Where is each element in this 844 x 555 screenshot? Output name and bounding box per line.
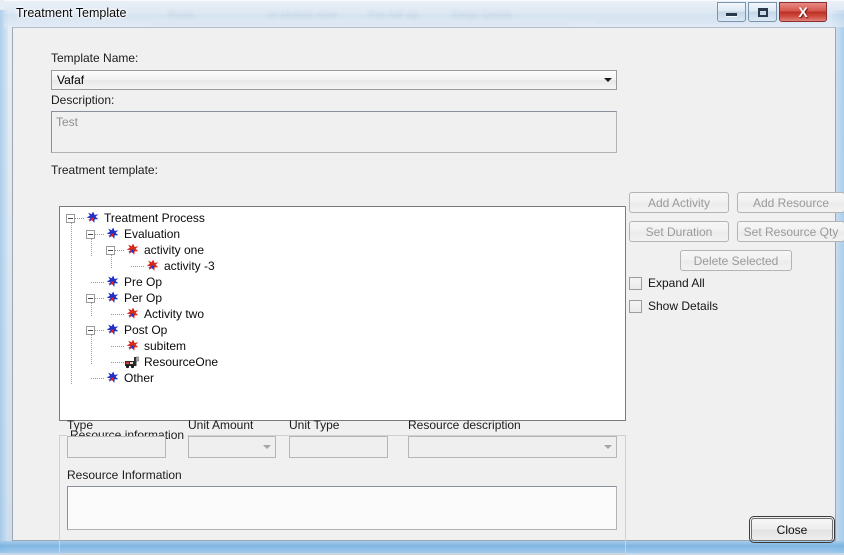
tree-expander-minus-icon[interactable] bbox=[106, 246, 115, 255]
activity-icon bbox=[124, 306, 140, 322]
tree-connector bbox=[91, 237, 92, 257]
template-name-combobox[interactable]: Vafaf bbox=[51, 70, 617, 90]
activity-icon bbox=[104, 274, 120, 290]
treatment-template-tree[interactable]: Treatment Process Evaluation activity one a… bbox=[59, 206, 626, 421]
tree-node-label: Other bbox=[124, 371, 155, 385]
chevron-down-icon[interactable] bbox=[599, 437, 616, 457]
expand-all-checkbox[interactable] bbox=[629, 276, 642, 290]
tree-connector bbox=[111, 346, 124, 347]
tree-node[interactable]: Evaluation bbox=[104, 226, 180, 242]
type-input[interactable] bbox=[67, 436, 166, 458]
activity-icon bbox=[144, 258, 160, 274]
template-name-value: Vafaf bbox=[57, 73, 85, 87]
tree-node-label: Treatment Process bbox=[104, 211, 205, 225]
activity-icon bbox=[104, 322, 120, 338]
minimize-icon bbox=[726, 13, 737, 16]
set-resource-qty-button[interactable]: Set Resource Qty bbox=[737, 221, 844, 242]
tree-connector bbox=[111, 253, 112, 269]
show-details-checkbox-row[interactable]: Show Details bbox=[629, 299, 718, 313]
tree-expander-minus-icon[interactable] bbox=[66, 214, 75, 223]
type-label: Type bbox=[67, 418, 94, 432]
tree-node-label: activity -3 bbox=[164, 259, 215, 273]
chevron-down-icon[interactable] bbox=[599, 71, 616, 89]
tree-node[interactable]: Per Op bbox=[104, 290, 162, 306]
tree-node-label: activity one bbox=[144, 243, 205, 257]
tree-node[interactable]: Post Op bbox=[104, 322, 167, 338]
tree-connector bbox=[71, 221, 72, 385]
add-resource-button[interactable]: Add Resource bbox=[737, 192, 844, 213]
tree-node[interactable]: Pre Op bbox=[104, 274, 162, 290]
resource-information-textbox[interactable] bbox=[67, 486, 617, 530]
expand-all-checkbox-row[interactable]: Expand All bbox=[629, 276, 705, 290]
unit-amount-combobox[interactable] bbox=[188, 436, 276, 458]
unit-type-input[interactable] bbox=[289, 436, 388, 458]
tree-connector bbox=[131, 266, 144, 267]
tree-connector bbox=[111, 362, 124, 363]
chevron-down-icon[interactable] bbox=[258, 437, 275, 457]
minimize-button[interactable] bbox=[717, 2, 746, 22]
set-duration-button[interactable]: Set Duration bbox=[629, 221, 729, 242]
resource-icon bbox=[124, 354, 140, 370]
treatment-template-label: Treatment template: bbox=[51, 163, 158, 177]
show-details-label: Show Details bbox=[648, 299, 719, 313]
tree-node[interactable]: activity -3 bbox=[144, 258, 215, 274]
add-activity-button[interactable]: Add Activity bbox=[629, 192, 729, 213]
resource-information-label: Resource Information bbox=[67, 468, 182, 482]
close-button[interactable]: Close bbox=[749, 516, 835, 543]
tree-node[interactable]: Treatment Process bbox=[84, 210, 205, 226]
tree-expander-minus-icon[interactable] bbox=[86, 230, 95, 239]
treatment-template-window: Treatment Template X Template Name: Vafa… bbox=[4, 0, 844, 555]
tree-expander-minus-icon[interactable] bbox=[86, 326, 95, 335]
tree-node-label: subitem bbox=[144, 339, 187, 353]
window-title: Treatment Template bbox=[16, 6, 127, 20]
tree-node[interactable]: ResourceOne bbox=[124, 354, 218, 370]
expand-all-label: Expand All bbox=[648, 276, 705, 290]
unit-amount-label: Unit Amount bbox=[188, 418, 254, 432]
show-details-checkbox[interactable] bbox=[629, 299, 642, 313]
unit-type-label: Unit Type bbox=[289, 418, 340, 432]
resource-description-combobox[interactable] bbox=[408, 436, 617, 458]
description-textbox[interactable]: Test bbox=[51, 111, 617, 153]
activity-icon bbox=[84, 210, 100, 226]
tree-connector bbox=[91, 378, 104, 379]
resource-description-label: Resource description bbox=[408, 418, 521, 432]
template-name-label: Template Name: bbox=[51, 51, 139, 65]
activity-icon bbox=[104, 370, 120, 386]
maximize-icon bbox=[757, 7, 768, 17]
tree-connector bbox=[91, 333, 92, 365]
activity-icon bbox=[104, 290, 120, 306]
description-label: Description: bbox=[51, 93, 115, 107]
tree-expander-minus-icon[interactable] bbox=[86, 294, 95, 303]
tree-node-label: ResourceOne bbox=[144, 355, 219, 369]
tree-node-label: Activity two bbox=[144, 307, 205, 321]
tree-node[interactable]: Activity two bbox=[124, 306, 204, 322]
tree-node-label: Pre Op bbox=[124, 275, 163, 289]
title-bar[interactable]: Treatment Template X bbox=[4, 0, 844, 27]
activity-icon bbox=[124, 242, 140, 258]
close-window-button[interactable]: X bbox=[779, 2, 827, 22]
tree-node-label: Per Op bbox=[124, 291, 163, 305]
tree-node-label: Post Op bbox=[124, 323, 168, 337]
activity-icon bbox=[104, 226, 120, 242]
tree-node[interactable]: activity one bbox=[124, 242, 204, 258]
delete-selected-button[interactable]: Delete Selected bbox=[680, 250, 792, 271]
tree-connector bbox=[91, 301, 92, 317]
activity-icon bbox=[124, 338, 140, 354]
tree-node-label: Evaluation bbox=[124, 227, 181, 241]
dialog-client-area: Template Name: Vafaf Description: Test T… bbox=[12, 27, 844, 555]
tree-connector bbox=[91, 282, 104, 283]
tree-node[interactable]: subitem bbox=[124, 338, 186, 354]
close-icon: X bbox=[798, 4, 808, 20]
tree-connector bbox=[111, 314, 124, 315]
tree-node[interactable]: Other bbox=[104, 370, 154, 386]
maximize-button[interactable] bbox=[748, 2, 777, 22]
